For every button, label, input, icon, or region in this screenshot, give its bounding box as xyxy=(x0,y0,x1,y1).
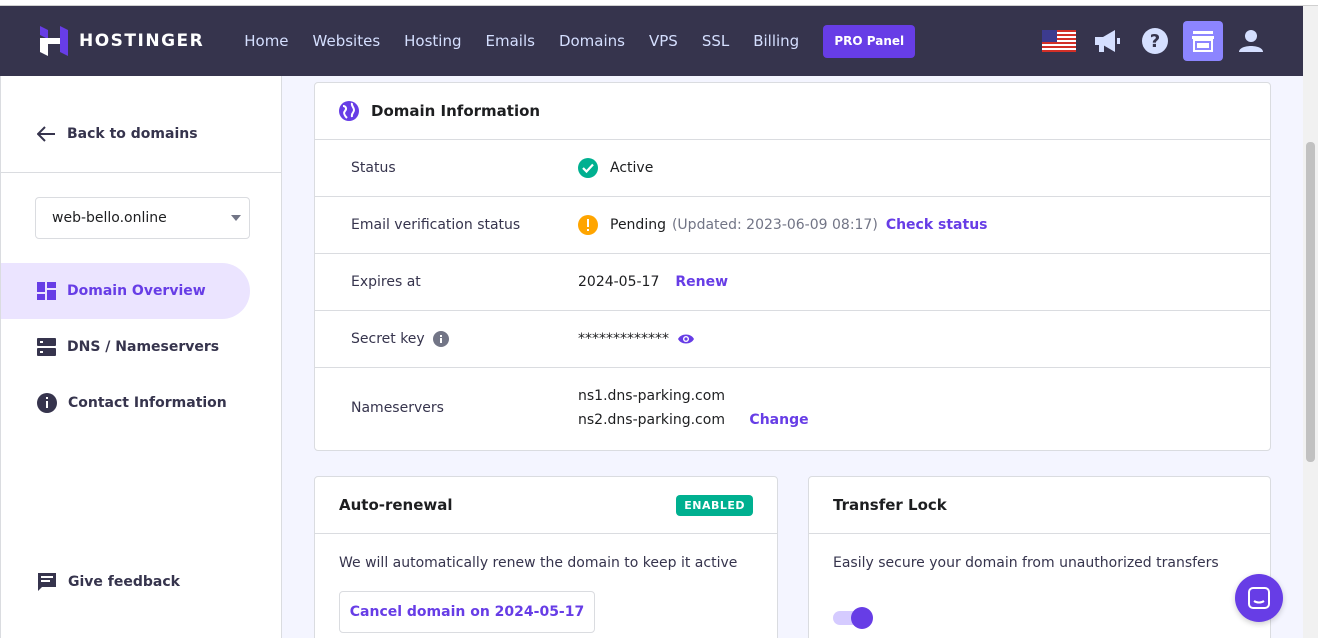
domain-information-header: Domain Information xyxy=(315,83,1270,140)
sidebar: Back to domains web-bello.online Domain … xyxy=(0,76,282,638)
status-value: Active xyxy=(578,140,653,196)
give-feedback-label: Give feedback xyxy=(68,574,180,590)
sidebar-item-contact-information[interactable]: Contact Information xyxy=(1,375,250,431)
nav-home[interactable]: Home xyxy=(244,32,288,50)
nameserver-2: ns2.dns-parking.com xyxy=(578,412,725,428)
check-circle-icon xyxy=(578,158,598,178)
nav-billing[interactable]: Billing xyxy=(753,32,799,50)
dashboard-icon xyxy=(37,282,56,300)
auto-renewal-card: Auto-renewal ENABLED We will automatical… xyxy=(314,476,778,638)
hostinger-logo-icon xyxy=(40,26,68,56)
nav-vps[interactable]: VPS xyxy=(649,32,678,50)
secret-key-row: Secret key ************* xyxy=(315,311,1270,368)
sidebar-item-domain-overview[interactable]: Domain Overview xyxy=(1,263,250,319)
secret-key-label: Secret key xyxy=(351,331,425,347)
nav-websites[interactable]: Websites xyxy=(313,32,381,50)
sidebar-item-label: Contact Information xyxy=(68,395,227,411)
scrollbar-thumb[interactable] xyxy=(1306,142,1315,462)
status-label: Status xyxy=(351,160,396,176)
expires-value: 2024-05-17 Renew xyxy=(578,254,728,310)
sidebar-divider xyxy=(1,172,282,173)
back-to-domains-label: Back to domains xyxy=(67,126,198,142)
transfer-lock-card: Transfer Lock Easily secure your domain … xyxy=(808,476,1271,638)
give-feedback-link[interactable]: Give feedback xyxy=(37,572,180,592)
back-to-domains-link[interactable]: Back to domains xyxy=(37,126,198,142)
secret-key-masked: ************* xyxy=(578,331,669,347)
nameservers-label: Nameservers xyxy=(351,400,444,416)
nav-hosting[interactable]: Hosting xyxy=(404,32,461,50)
eye-icon[interactable] xyxy=(677,333,695,345)
store-button[interactable] xyxy=(1183,21,1223,61)
transfer-lock-toggle[interactable] xyxy=(833,607,873,629)
email-verification-status: Pending xyxy=(610,217,666,233)
status-text: Active xyxy=(610,160,654,176)
help-button[interactable]: ? xyxy=(1135,21,1175,61)
announcements-button[interactable] xyxy=(1087,21,1127,61)
sidebar-item-dns-nameservers[interactable]: DNS / Nameservers xyxy=(1,319,250,375)
nameservers-row: Nameservers ns1.dns-parking.com ns2.dns-… xyxy=(315,368,1270,448)
expires-date: 2024-05-17 xyxy=(578,274,660,290)
arrow-left-icon xyxy=(37,126,55,142)
server-icon xyxy=(37,338,56,356)
chevron-down-icon xyxy=(231,215,241,221)
secret-key-value: ************* xyxy=(578,311,695,367)
info-icon xyxy=(37,393,57,413)
top-header: HOSTINGER Home Websites Hosting Emails D… xyxy=(0,6,1303,76)
store-icon xyxy=(1192,31,1214,52)
feedback-icon xyxy=(38,573,56,591)
email-verification-row: Email verification status Pending (Updat… xyxy=(315,197,1270,254)
nav-ssl[interactable]: SSL xyxy=(702,32,729,50)
brand-name: HOSTINGER xyxy=(79,31,205,51)
expires-label: Expires at xyxy=(351,274,421,290)
megaphone-icon xyxy=(1095,30,1120,52)
nameservers-list: ns1.dns-parking.com ns2.dns-parking.com … xyxy=(578,384,809,432)
auto-renewal-description: We will automatically renew the domain t… xyxy=(339,555,738,571)
chat-icon xyxy=(1248,587,1270,609)
warning-icon xyxy=(578,215,598,235)
email-verification-value: Pending (Updated: 2023-06-09 08:17) Chec… xyxy=(578,197,988,253)
info-icon[interactable] xyxy=(432,331,449,347)
domain-information-title: Domain Information xyxy=(371,102,541,120)
domain-select[interactable]: web-bello.online xyxy=(35,197,250,239)
account-button[interactable] xyxy=(1231,21,1271,61)
status-row: Status Active xyxy=(315,140,1270,197)
svg-text:?: ? xyxy=(1150,31,1160,52)
main-nav: Home Websites Hosting Emails Domains VPS… xyxy=(244,24,916,58)
domain-select-value: web-bello.online xyxy=(52,210,167,226)
pro-panel-button[interactable]: PRO Panel xyxy=(823,24,916,58)
toggle-knob xyxy=(851,607,873,629)
auto-renewal-header: Auto-renewal ENABLED xyxy=(315,477,777,534)
domain-information-card: Domain Information Status Active Email v… xyxy=(314,82,1271,451)
nav-emails[interactable]: Emails xyxy=(486,32,535,50)
cancel-domain-button[interactable]: Cancel domain on 2024-05-17 xyxy=(339,591,595,633)
transfer-lock-title: Transfer Lock xyxy=(833,496,947,514)
check-status-link[interactable]: Check status xyxy=(886,217,988,233)
help-icon: ? xyxy=(1142,28,1168,54)
renew-link[interactable]: Renew xyxy=(675,274,728,290)
email-verification-updated: (Updated: 2023-06-09 08:17) xyxy=(671,217,878,233)
auto-renewal-title: Auto-renewal xyxy=(339,496,453,514)
nav-domains[interactable]: Domains xyxy=(559,32,625,50)
secret-key-label-group: Secret key xyxy=(351,311,449,367)
nameserver-2-line: ns2.dns-parking.com Change xyxy=(578,408,809,432)
change-nameservers-link[interactable]: Change xyxy=(749,412,808,428)
page-scrollbar[interactable] xyxy=(1303,6,1318,638)
hostinger-logo[interactable]: HOSTINGER xyxy=(40,26,204,56)
sidebar-item-label: DNS / Nameservers xyxy=(67,339,220,355)
us-flag-icon xyxy=(1042,30,1076,52)
account-icon xyxy=(1239,30,1263,52)
globe-icon xyxy=(339,101,359,121)
email-verification-label: Email verification status xyxy=(351,217,521,233)
status-badge: ENABLED xyxy=(676,494,753,516)
transfer-lock-header: Transfer Lock xyxy=(809,477,1270,534)
language-button[interactable] xyxy=(1039,21,1079,61)
header-actions: ? xyxy=(1031,6,1303,76)
transfer-lock-description: Easily secure your domain from unauthori… xyxy=(833,555,1219,571)
expires-row: Expires at 2024-05-17 Renew xyxy=(315,254,1270,311)
nameserver-1: ns1.dns-parking.com xyxy=(578,388,725,404)
live-chat-button[interactable] xyxy=(1235,574,1283,622)
sidebar-item-label: Domain Overview xyxy=(67,283,206,299)
